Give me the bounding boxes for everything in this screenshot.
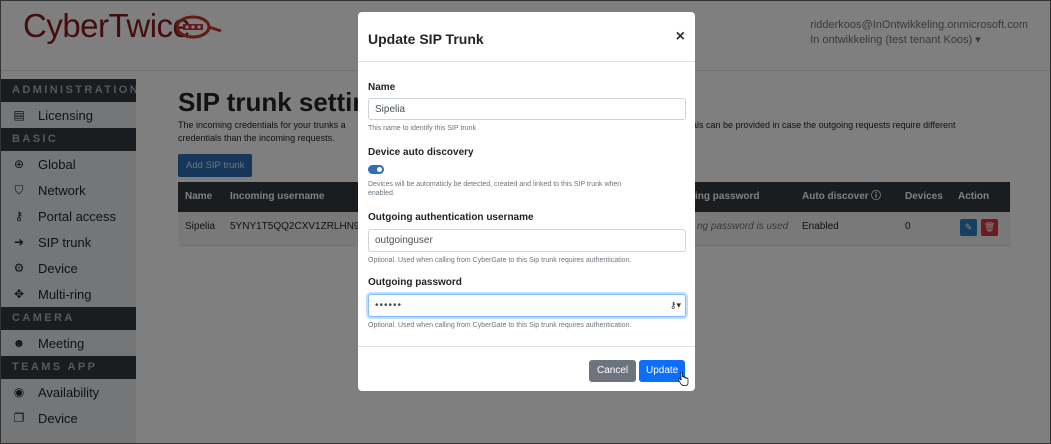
outgoing-username-label: Outgoing authentication username (368, 212, 534, 223)
outgoing-username-help: Optional. Used when calling from CyberGa… (368, 257, 632, 264)
app-window: CyberTwice ridderkoos@InOntwikkeling.onm… (0, 0, 1051, 444)
hand-cursor-icon (678, 372, 689, 386)
name-help: This name to identify this SIP trunk (368, 125, 477, 132)
device-auto-discovery-help: Devices will be automaticly be detected,… (368, 180, 621, 198)
outgoing-password-field[interactable]: •••••• (368, 294, 686, 317)
device-auto-discovery-label: Device auto discovery (368, 147, 474, 158)
cancel-button[interactable]: Cancel (589, 360, 637, 382)
modal-header: Update SIP Trunk × (358, 12, 695, 62)
modal-footer: Cancel Update (358, 346, 695, 391)
name-field[interactable] (368, 98, 686, 120)
outgoing-password-help: Optional. Used when calling from CyberGa… (368, 322, 632, 329)
name-label: Name (368, 82, 396, 93)
help-line: enabled. (368, 190, 395, 197)
modal-title: Update SIP Trunk (368, 31, 484, 47)
help-line: Devices will be automaticly be detected,… (368, 181, 622, 188)
password-manager-key-icon[interactable]: ⚷▾ (670, 300, 681, 311)
close-icon[interactable]: × (676, 28, 685, 46)
outgoing-password-label: Outgoing password (368, 277, 462, 288)
update-sip-trunk-modal: Update SIP Trunk × Name This name to ide… (358, 12, 695, 391)
outgoing-username-field[interactable] (368, 229, 686, 252)
device-auto-discovery-toggle[interactable] (368, 165, 384, 174)
